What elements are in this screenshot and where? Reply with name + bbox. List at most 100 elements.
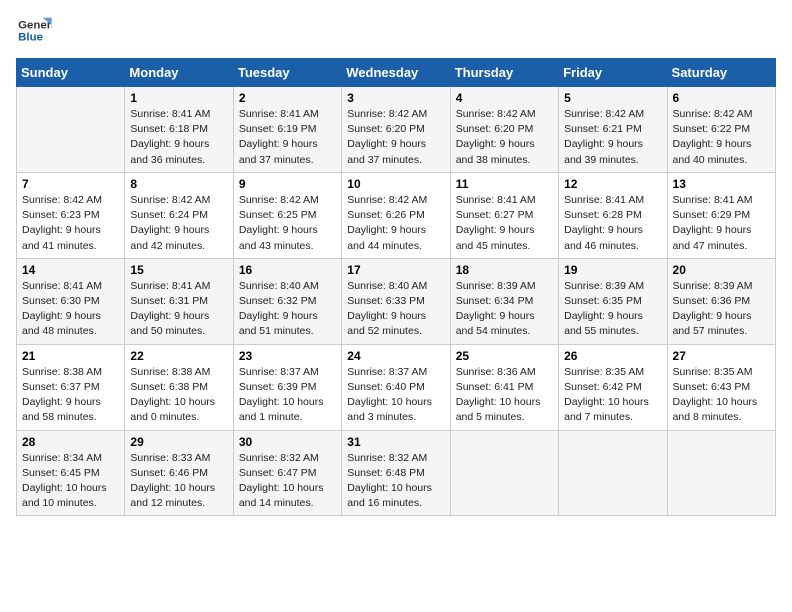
day-number: 19 [564,263,661,277]
calendar-cell: 26Sunrise: 8:35 AM Sunset: 6:42 PM Dayli… [559,344,667,430]
day-info: Sunrise: 8:38 AM Sunset: 6:37 PM Dayligh… [22,365,119,426]
day-number: 28 [22,435,119,449]
day-number: 7 [22,177,119,191]
svg-text:General: General [18,19,52,31]
calendar-table: SundayMondayTuesdayWednesdayThursdayFrid… [16,58,776,516]
svg-text:Blue: Blue [18,32,43,44]
day-number: 1 [130,91,227,105]
day-number: 17 [347,263,444,277]
day-info: Sunrise: 8:33 AM Sunset: 6:46 PM Dayligh… [130,451,227,512]
day-number: 9 [239,177,336,191]
calendar-cell: 16 Sunrise: 8:40 AM Sunset: 6:32 PM Dayli… [233,258,341,344]
day-number: 30 [239,435,336,449]
weekday-header-cell: Monday [125,59,233,87]
calendar-cell: 14 Sunrise: 8:41 AM Sunset: 6:30 PM Dayli… [17,258,125,344]
day-number: 4 [456,91,553,105]
day-info: Sunrise: 8:32 AM Sunset: 6:47 PM Dayligh… [239,451,336,512]
calendar-cell [559,430,667,516]
day-info: Sunrise: 8:37 AM Sunset: 6:39 PM Dayligh… [239,365,336,426]
day-number: 24 [347,349,444,363]
calendar-cell: 7Sunrise: 8:42 AM Sunset: 6:23 PM Daylig… [17,172,125,258]
day-number: 31 [347,435,444,449]
day-info: Sunrise: 8:40 AM Sunset: 6:32 PM Dayligh… [239,279,336,340]
day-number: 2 [239,91,336,105]
day-info: Sunrise: 8:40 AM Sunset: 6:33 PM Dayligh… [347,279,444,340]
calendar-cell: 19Sunrise: 8:39 AM Sunset: 6:35 PM Dayli… [559,258,667,344]
day-info: Sunrise: 8:42 AM Sunset: 6:22 PM Dayligh… [673,107,770,168]
day-number: 5 [564,91,661,105]
calendar-cell [17,87,125,173]
day-info: Sunrise: 8:42 AM Sunset: 6:26 PM Dayligh… [347,193,444,254]
day-info: Sunrise: 8:41 AM Sunset: 6:18 PM Dayligh… [130,107,227,168]
calendar-cell: 8 Sunrise: 8:42 AM Sunset: 6:24 PM Daylig… [125,172,233,258]
day-number: 21 [22,349,119,363]
calendar-week-row: 28 Sunrise: 8:34 AM Sunset: 6:45 PM Dayli… [17,430,776,516]
day-info: Sunrise: 8:36 AM Sunset: 6:41 PM Dayligh… [456,365,553,426]
calendar-cell: 12 Sunrise: 8:41 AM Sunset: 6:28 PM Dayli… [559,172,667,258]
day-number: 8 [130,177,227,191]
calendar-cell [667,430,775,516]
calendar-cell: 10 Sunrise: 8:42 AM Sunset: 6:26 PM Dayli… [342,172,450,258]
calendar-cell: 5 Sunrise: 8:42 AM Sunset: 6:21 PM Daylig… [559,87,667,173]
weekday-header-cell: Thursday [450,59,558,87]
day-info: Sunrise: 8:42 AM Sunset: 6:21 PM Dayligh… [564,107,661,168]
day-info: Sunrise: 8:42 AM Sunset: 6:24 PM Dayligh… [130,193,227,254]
calendar-cell: 29 Sunrise: 8:33 AM Sunset: 6:46 PM Dayli… [125,430,233,516]
calendar-cell: 9Sunrise: 8:42 AM Sunset: 6:25 PM Daylig… [233,172,341,258]
calendar-cell: 22Sunrise: 8:38 AM Sunset: 6:38 PM Dayli… [125,344,233,430]
day-number: 12 [564,177,661,191]
day-info: Sunrise: 8:34 AM Sunset: 6:45 PM Dayligh… [22,451,119,512]
calendar-cell [450,430,558,516]
day-info: Sunrise: 8:41 AM Sunset: 6:28 PM Dayligh… [564,193,661,254]
calendar-cell: 28 Sunrise: 8:34 AM Sunset: 6:45 PM Dayli… [17,430,125,516]
weekday-header-cell: Saturday [667,59,775,87]
calendar-cell: 4 Sunrise: 8:42 AM Sunset: 6:20 PM Daylig… [450,87,558,173]
day-number: 23 [239,349,336,363]
day-number: 3 [347,91,444,105]
calendar-cell: 30 Sunrise: 8:32 AM Sunset: 6:47 PM Dayli… [233,430,341,516]
calendar-cell: 15 Sunrise: 8:41 AM Sunset: 6:31 PM Dayli… [125,258,233,344]
day-number: 18 [456,263,553,277]
calendar-cell: 13 Sunrise: 8:41 AM Sunset: 6:29 PM Dayli… [667,172,775,258]
weekday-header-cell: Sunday [17,59,125,87]
day-number: 25 [456,349,553,363]
day-number: 15 [130,263,227,277]
calendar-body: 1 Sunrise: 8:41 AM Sunset: 6:18 PM Daylig… [17,87,776,516]
logo: General Blue [16,16,52,46]
weekday-header-row: SundayMondayTuesdayWednesdayThursdayFrid… [17,59,776,87]
day-number: 27 [673,349,770,363]
calendar-cell: 17 Sunrise: 8:40 AM Sunset: 6:33 PM Dayli… [342,258,450,344]
day-info: Sunrise: 8:41 AM Sunset: 6:27 PM Dayligh… [456,193,553,254]
calendar-cell: 21 Sunrise: 8:38 AM Sunset: 6:37 PM Dayli… [17,344,125,430]
day-number: 14 [22,263,119,277]
calendar-cell: 23 Sunrise: 8:37 AM Sunset: 6:39 PM Dayli… [233,344,341,430]
day-number: 13 [673,177,770,191]
day-info: Sunrise: 8:41 AM Sunset: 6:31 PM Dayligh… [130,279,227,340]
page-header: General Blue [16,16,776,46]
calendar-week-row: 1 Sunrise: 8:41 AM Sunset: 6:18 PM Daylig… [17,87,776,173]
calendar-cell: 3 Sunrise: 8:42 AM Sunset: 6:20 PM Daylig… [342,87,450,173]
calendar-week-row: 21 Sunrise: 8:38 AM Sunset: 6:37 PM Dayli… [17,344,776,430]
calendar-cell: 25 Sunrise: 8:36 AM Sunset: 6:41 PM Dayli… [450,344,558,430]
calendar-cell: 18Sunrise: 8:39 AM Sunset: 6:34 PM Dayli… [450,258,558,344]
day-info: Sunrise: 8:41 AM Sunset: 6:30 PM Dayligh… [22,279,119,340]
logo-icon: General Blue [16,16,52,46]
day-info: Sunrise: 8:37 AM Sunset: 6:40 PM Dayligh… [347,365,444,426]
day-number: 11 [456,177,553,191]
day-number: 16 [239,263,336,277]
day-info: Sunrise: 8:42 AM Sunset: 6:20 PM Dayligh… [347,107,444,168]
calendar-cell: 6 Sunrise: 8:42 AM Sunset: 6:22 PM Daylig… [667,87,775,173]
day-number: 10 [347,177,444,191]
day-info: Sunrise: 8:41 AM Sunset: 6:29 PM Dayligh… [673,193,770,254]
day-info: Sunrise: 8:35 AM Sunset: 6:43 PM Dayligh… [673,365,770,426]
weekday-header-cell: Friday [559,59,667,87]
calendar-cell: 20Sunrise: 8:39 AM Sunset: 6:36 PM Dayli… [667,258,775,344]
day-number: 29 [130,435,227,449]
weekday-header-cell: Wednesday [342,59,450,87]
calendar-cell: 27 Sunrise: 8:35 AM Sunset: 6:43 PM Dayli… [667,344,775,430]
day-number: 6 [673,91,770,105]
calendar-cell: 24 Sunrise: 8:37 AM Sunset: 6:40 PM Dayli… [342,344,450,430]
day-info: Sunrise: 8:42 AM Sunset: 6:20 PM Dayligh… [456,107,553,168]
day-info: Sunrise: 8:41 AM Sunset: 6:19 PM Dayligh… [239,107,336,168]
day-info: Sunrise: 8:39 AM Sunset: 6:36 PM Dayligh… [673,279,770,340]
